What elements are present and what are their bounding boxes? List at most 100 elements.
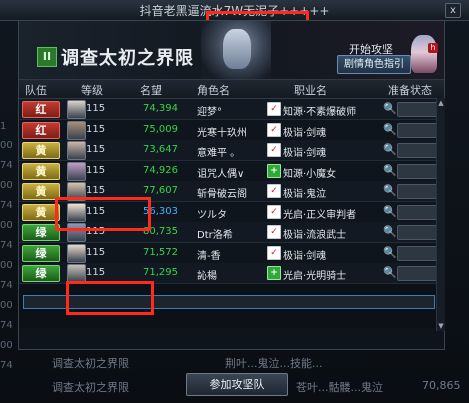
dialog-title: 调查太初之界限 [61,48,194,69]
bg-left-number: 74 [0,160,13,171]
col-team: 队伍 [25,84,47,97]
party-member-row[interactable]: 绿 115 71,572 清-香 ✓ 极诣·剑魂 🔍 [19,242,444,264]
checkbox-icon: ✓ [267,245,281,260]
character-name[interactable]: 诅咒人偶∨ [197,165,244,180]
screen: 1 00 74 00 74 00 74 00 74 00 74 00 74 调查… [0,0,469,403]
job-name: 极诣·剑魂 [283,127,327,139]
dialog-header: II 调查太初之界限 开始攻坚 剧情角色指引 h [19,21,444,80]
ready-status [397,122,437,138]
ready-status [397,266,437,281]
team-badge[interactable]: 红 [22,121,60,139]
character-name[interactable]: 斩骨破云阁 [197,185,247,200]
highlight-box-row-10 [66,281,154,315]
magnifier-icon[interactable]: 🔍 [383,143,397,156]
character-name[interactable]: 清-香 [197,247,221,262]
checkbox-icon: ✓ [267,225,281,239]
bg-left-number: 74 [0,280,13,291]
boss-figure-icon [223,29,251,69]
pause-icon[interactable]: II [37,47,57,67]
character-name[interactable]: 訫楊 [197,267,217,282]
fame-value: 74,926 [143,164,178,176]
character-name[interactable]: 意难平 。 [197,144,240,159]
checkbox-icon: ✓ [267,184,281,198]
level-value: 115 [86,246,106,258]
team-badge[interactable]: 黄 [22,162,60,180]
bg-left-number: 00 [0,340,13,351]
bg-left-number: 00 [0,260,13,271]
level-value: 115 [86,185,106,196]
checkbox-icon: ✓ [267,122,281,137]
job-name: 极诣·流浪武士 [283,230,347,241]
ready-status [397,102,437,117]
plot-guide-button[interactable]: 剧情角色指引 [337,55,411,74]
level-value: 115 [86,103,106,114]
background-list-row[interactable]: 调查太初之界限 荆叶...鬼泣...技能... [0,352,469,372]
scroll-down-icon[interactable]: ▼ [437,321,445,331]
col-char: 角色名 [197,84,230,97]
character-name[interactable]: ツルタ [197,206,227,221]
checkbox-icon: ✓ [267,102,281,116]
bg-left-number: 00 [0,180,13,191]
team-badge[interactable]: 绿 [22,265,60,282]
plus-icon: + [267,163,281,178]
ready-status [397,204,437,220]
party-member-row[interactable]: 红 115 75,009 光寒十玖州 ✓ 极诣·剑魂 🔍 [19,119,444,141]
level-value: 115 [86,267,106,278]
ready-status [397,245,437,261]
magnifier-icon[interactable]: 🔍 [383,246,397,259]
magnifier-icon[interactable]: 🔍 [383,164,397,177]
character-name[interactable]: 迎梦° [197,103,222,118]
bg-row-name: 调查太初之界限 [52,381,129,394]
fame-value: 71,572 [143,246,178,258]
bg-left-number: 74 [0,320,13,331]
magnifier-icon[interactable]: 🔍 [383,184,397,197]
job-name: 光启·正义审判者 [283,209,357,221]
character-name[interactable]: 光寒十玖州 [197,124,247,139]
checkbox-icon: ✓ [267,143,281,157]
job-name: 极诣·剑魂 [283,148,327,159]
scroll-up-icon[interactable]: ▲ [437,98,445,108]
character-name[interactable]: Dtr洛希 [197,226,233,241]
bg-row-extra: 苍叶...骷髅...鬼泣 [296,381,383,394]
bg-left-number: 74 [0,240,13,251]
boss-portrait-image [201,21,271,79]
avatar[interactable] [67,141,86,160]
party-member-row[interactable]: 红 115 74,394 迎梦° ✓ 知源·不素爆破师 🔍 [19,99,444,120]
ready-status [397,225,437,240]
magnifier-icon[interactable]: 🔍 [383,205,397,218]
scrollbar[interactable]: ▲ ▼ [436,98,445,331]
col-level: 等级 [81,84,103,97]
fame-value: 71,295 [143,267,178,278]
table-header: 队伍 等级 名望 角色名 职业名 准备状态 [19,80,444,99]
fame-value: 75,009 [143,123,178,135]
bg-left-number: 1 [0,121,7,132]
join-raid-button[interactable]: 参加攻坚队 [186,373,288,396]
magnifier-icon[interactable]: 🔍 [383,225,397,238]
avatar[interactable] [67,243,86,263]
level-value: 115 [86,164,106,176]
ready-status [397,163,437,179]
avatar[interactable] [67,100,86,119]
bg-left-number: 00 [0,140,13,151]
ready-status [397,184,437,199]
bg-left-number: 00 [0,300,13,311]
magnifier-icon[interactable]: 🔍 [383,266,397,279]
col-fame: 名望 [140,84,162,97]
party-member-row[interactable]: 黄 115 74,926 诅咒人偶∨ + 知源·小魔女 🔍 [19,160,444,182]
highlight-box-row-6 [55,197,151,231]
team-badge[interactable]: 黄 [22,142,60,159]
fame-value: 74,394 [143,103,178,114]
magnifier-icon[interactable]: 🔍 [383,102,397,115]
party-member-row[interactable]: 黄 115 73,647 意难平 。 ✓ 极诣·剑魂 🔍 [19,140,444,161]
job-name: 知源·不素爆破师 [283,107,357,118]
bg-left-number: 00 [0,220,13,231]
col-ready: 准备状态 [388,84,432,97]
fame-value: 73,647 [143,144,178,155]
close-button[interactable]: x [445,3,461,18]
team-badge[interactable]: 绿 [22,244,60,262]
avatar[interactable] [67,120,86,140]
badge-icon: h [428,43,438,53]
magnifier-icon[interactable]: 🔍 [383,123,397,136]
avatar[interactable] [67,161,86,181]
team-badge[interactable]: 红 [22,101,60,118]
